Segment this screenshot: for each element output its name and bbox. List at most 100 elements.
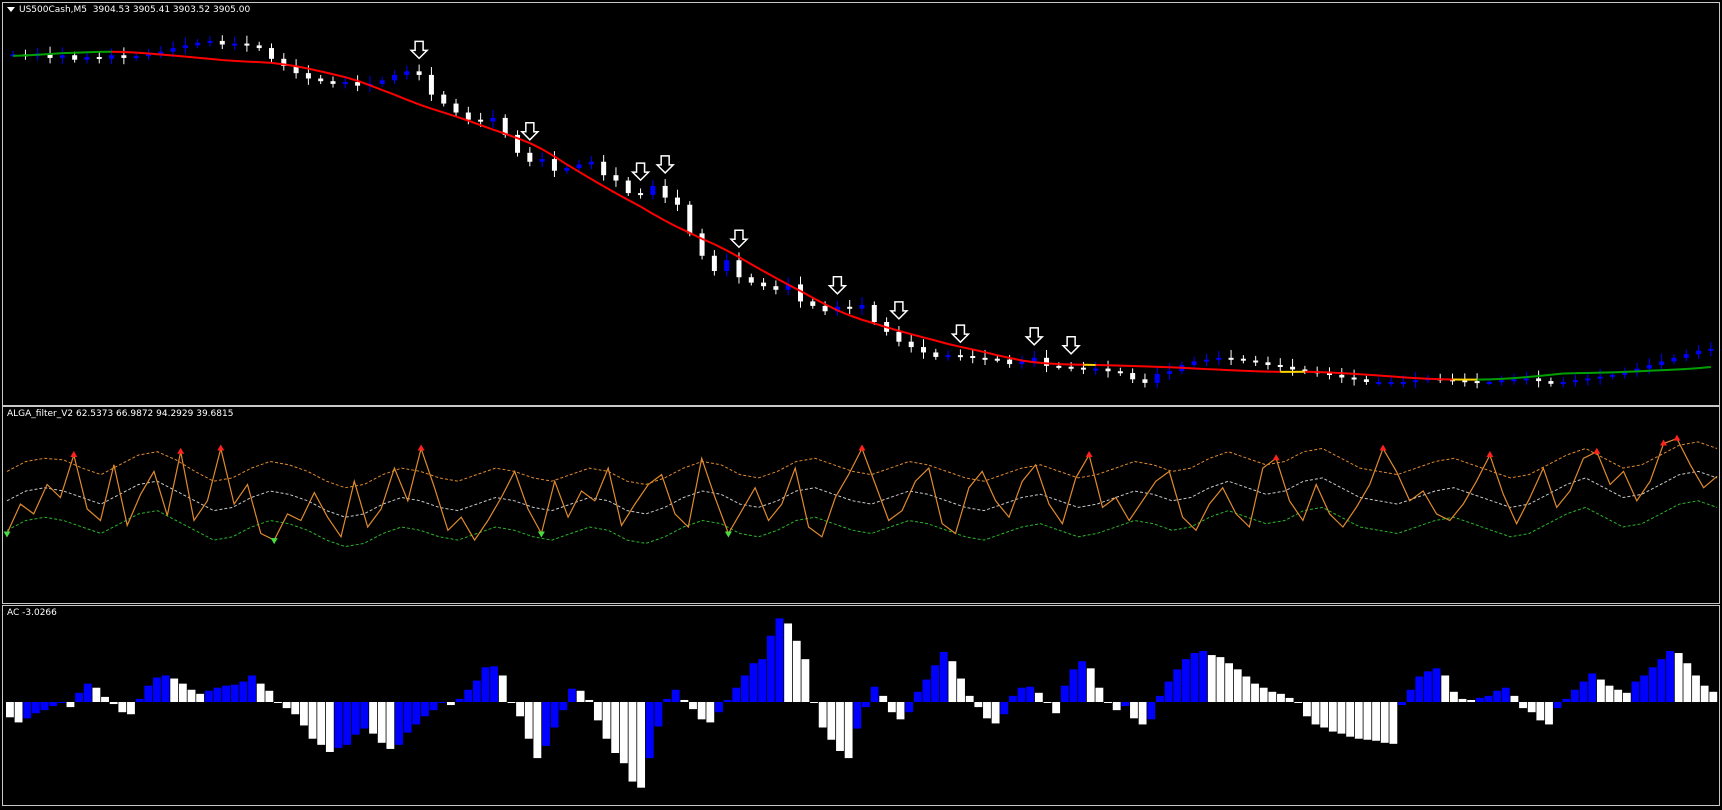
candle-body [1167, 371, 1173, 374]
sell-signal-icon [1673, 434, 1681, 441]
candle-body [1376, 381, 1382, 384]
moving-average-segment [1218, 368, 1232, 372]
candle-body [1105, 368, 1111, 372]
ac-bar [421, 702, 429, 717]
moving-average-segment [849, 314, 863, 321]
moving-average-segment [541, 148, 555, 158]
moving-average-segment [910, 333, 924, 339]
ac-bar [1398, 702, 1406, 706]
candle-body [1659, 361, 1665, 365]
ac-bar [196, 693, 205, 702]
ac-bar [1527, 702, 1536, 713]
ac-bar [351, 702, 360, 735]
candle-body [1154, 373, 1160, 383]
moving-average-segment [25, 53, 38, 57]
down-arrow-icon [1061, 336, 1081, 355]
ac-pane-label: AC -3.0266 [7, 608, 57, 618]
price-pane[interactable]: US500Cash,M5 3904.53 3905.41 3903.52 390… [2, 2, 1720, 406]
ac-bar [1493, 690, 1502, 702]
ac-bar [1614, 689, 1623, 702]
moving-average-segment [775, 277, 789, 286]
sell-signal-icon [70, 451, 78, 457]
ac-bar [1190, 653, 1199, 702]
moving-average-segment [332, 73, 346, 79]
price-pane-label: US500Cash,M5 3904.53 3905.41 3903.52 390… [7, 5, 250, 15]
ac-bar [377, 702, 386, 743]
candle-body [1068, 366, 1074, 369]
collapse-triangle-icon[interactable] [7, 7, 15, 12]
candle-body [1031, 357, 1037, 362]
moving-average-segment [49, 52, 63, 55]
moving-average-segment [480, 124, 494, 131]
candle-body [551, 159, 557, 171]
candle-body [1290, 366, 1296, 370]
candle-body [601, 161, 607, 176]
moving-average-segment [1366, 373, 1379, 377]
ac-bar [49, 702, 58, 707]
ac-bar [429, 702, 438, 711]
ac-bar [593, 702, 602, 721]
candle-body [1056, 365, 1062, 368]
ac-bar [1596, 679, 1605, 702]
ac-bar [1138, 702, 1147, 725]
candle-body [674, 197, 680, 205]
moving-average-segment [1489, 377, 1502, 381]
ac-bar [1225, 663, 1233, 702]
ac-bar [697, 702, 706, 720]
candle-body [404, 71, 410, 75]
moving-average-segment [1415, 377, 1428, 380]
candle-body [908, 341, 914, 348]
ac-bar [1666, 651, 1674, 702]
candle-body [1499, 380, 1505, 383]
candle-body [847, 306, 853, 309]
down-arrow-icon [889, 301, 909, 320]
candle-body [1080, 367, 1086, 370]
moving-average-segment [246, 60, 260, 64]
ac-bar [1320, 702, 1329, 728]
ac-bar [983, 702, 991, 719]
moving-average-segment [627, 199, 642, 208]
candle-body [970, 356, 976, 359]
candle-body [355, 82, 361, 86]
candle-body [1548, 381, 1554, 384]
ac-bar [1173, 669, 1182, 702]
candle-body [711, 255, 717, 271]
candle-body [896, 331, 902, 342]
ac-bar [438, 702, 447, 703]
filter-pane[interactable]: ALGA_filter_V2 62.5373 66.9872 94.2929 3… [2, 406, 1720, 604]
ac-bar [472, 680, 481, 702]
moving-average-segment [369, 84, 383, 91]
ac-bar [1017, 687, 1026, 702]
ac-bar [1121, 702, 1130, 707]
moving-average-segment [160, 53, 174, 57]
ac-bar [1475, 697, 1484, 702]
moving-average-segment [1649, 369, 1662, 372]
ac-bar [706, 702, 715, 723]
candle-body [699, 233, 705, 256]
ac-bar [1372, 702, 1380, 741]
candle-body [1708, 348, 1714, 351]
candle-body [182, 45, 188, 49]
down-arrow-icon [950, 324, 971, 344]
candle-body [736, 260, 742, 278]
candle-body [268, 48, 274, 59]
ac-bar [533, 702, 542, 759]
candle-body [305, 73, 311, 79]
ac-bar [1458, 698, 1467, 702]
ac-bar [1277, 693, 1285, 702]
ac-bar [810, 702, 818, 703]
ac-bar [1354, 702, 1363, 739]
ac-bar [92, 687, 101, 702]
moving-average-segment [37, 52, 51, 56]
candle-body [1511, 379, 1517, 382]
ac-bar [689, 702, 697, 710]
buy-signal-icon [537, 531, 545, 538]
candle-body [859, 305, 865, 309]
ac-bar [671, 689, 680, 702]
ac-bar [1095, 687, 1104, 702]
ac-pane[interactable]: AC -3.0266 [2, 605, 1720, 806]
ac-bar [490, 666, 499, 702]
candle-body [453, 103, 459, 113]
candle-body [379, 80, 385, 84]
ac-bar [1484, 695, 1493, 702]
